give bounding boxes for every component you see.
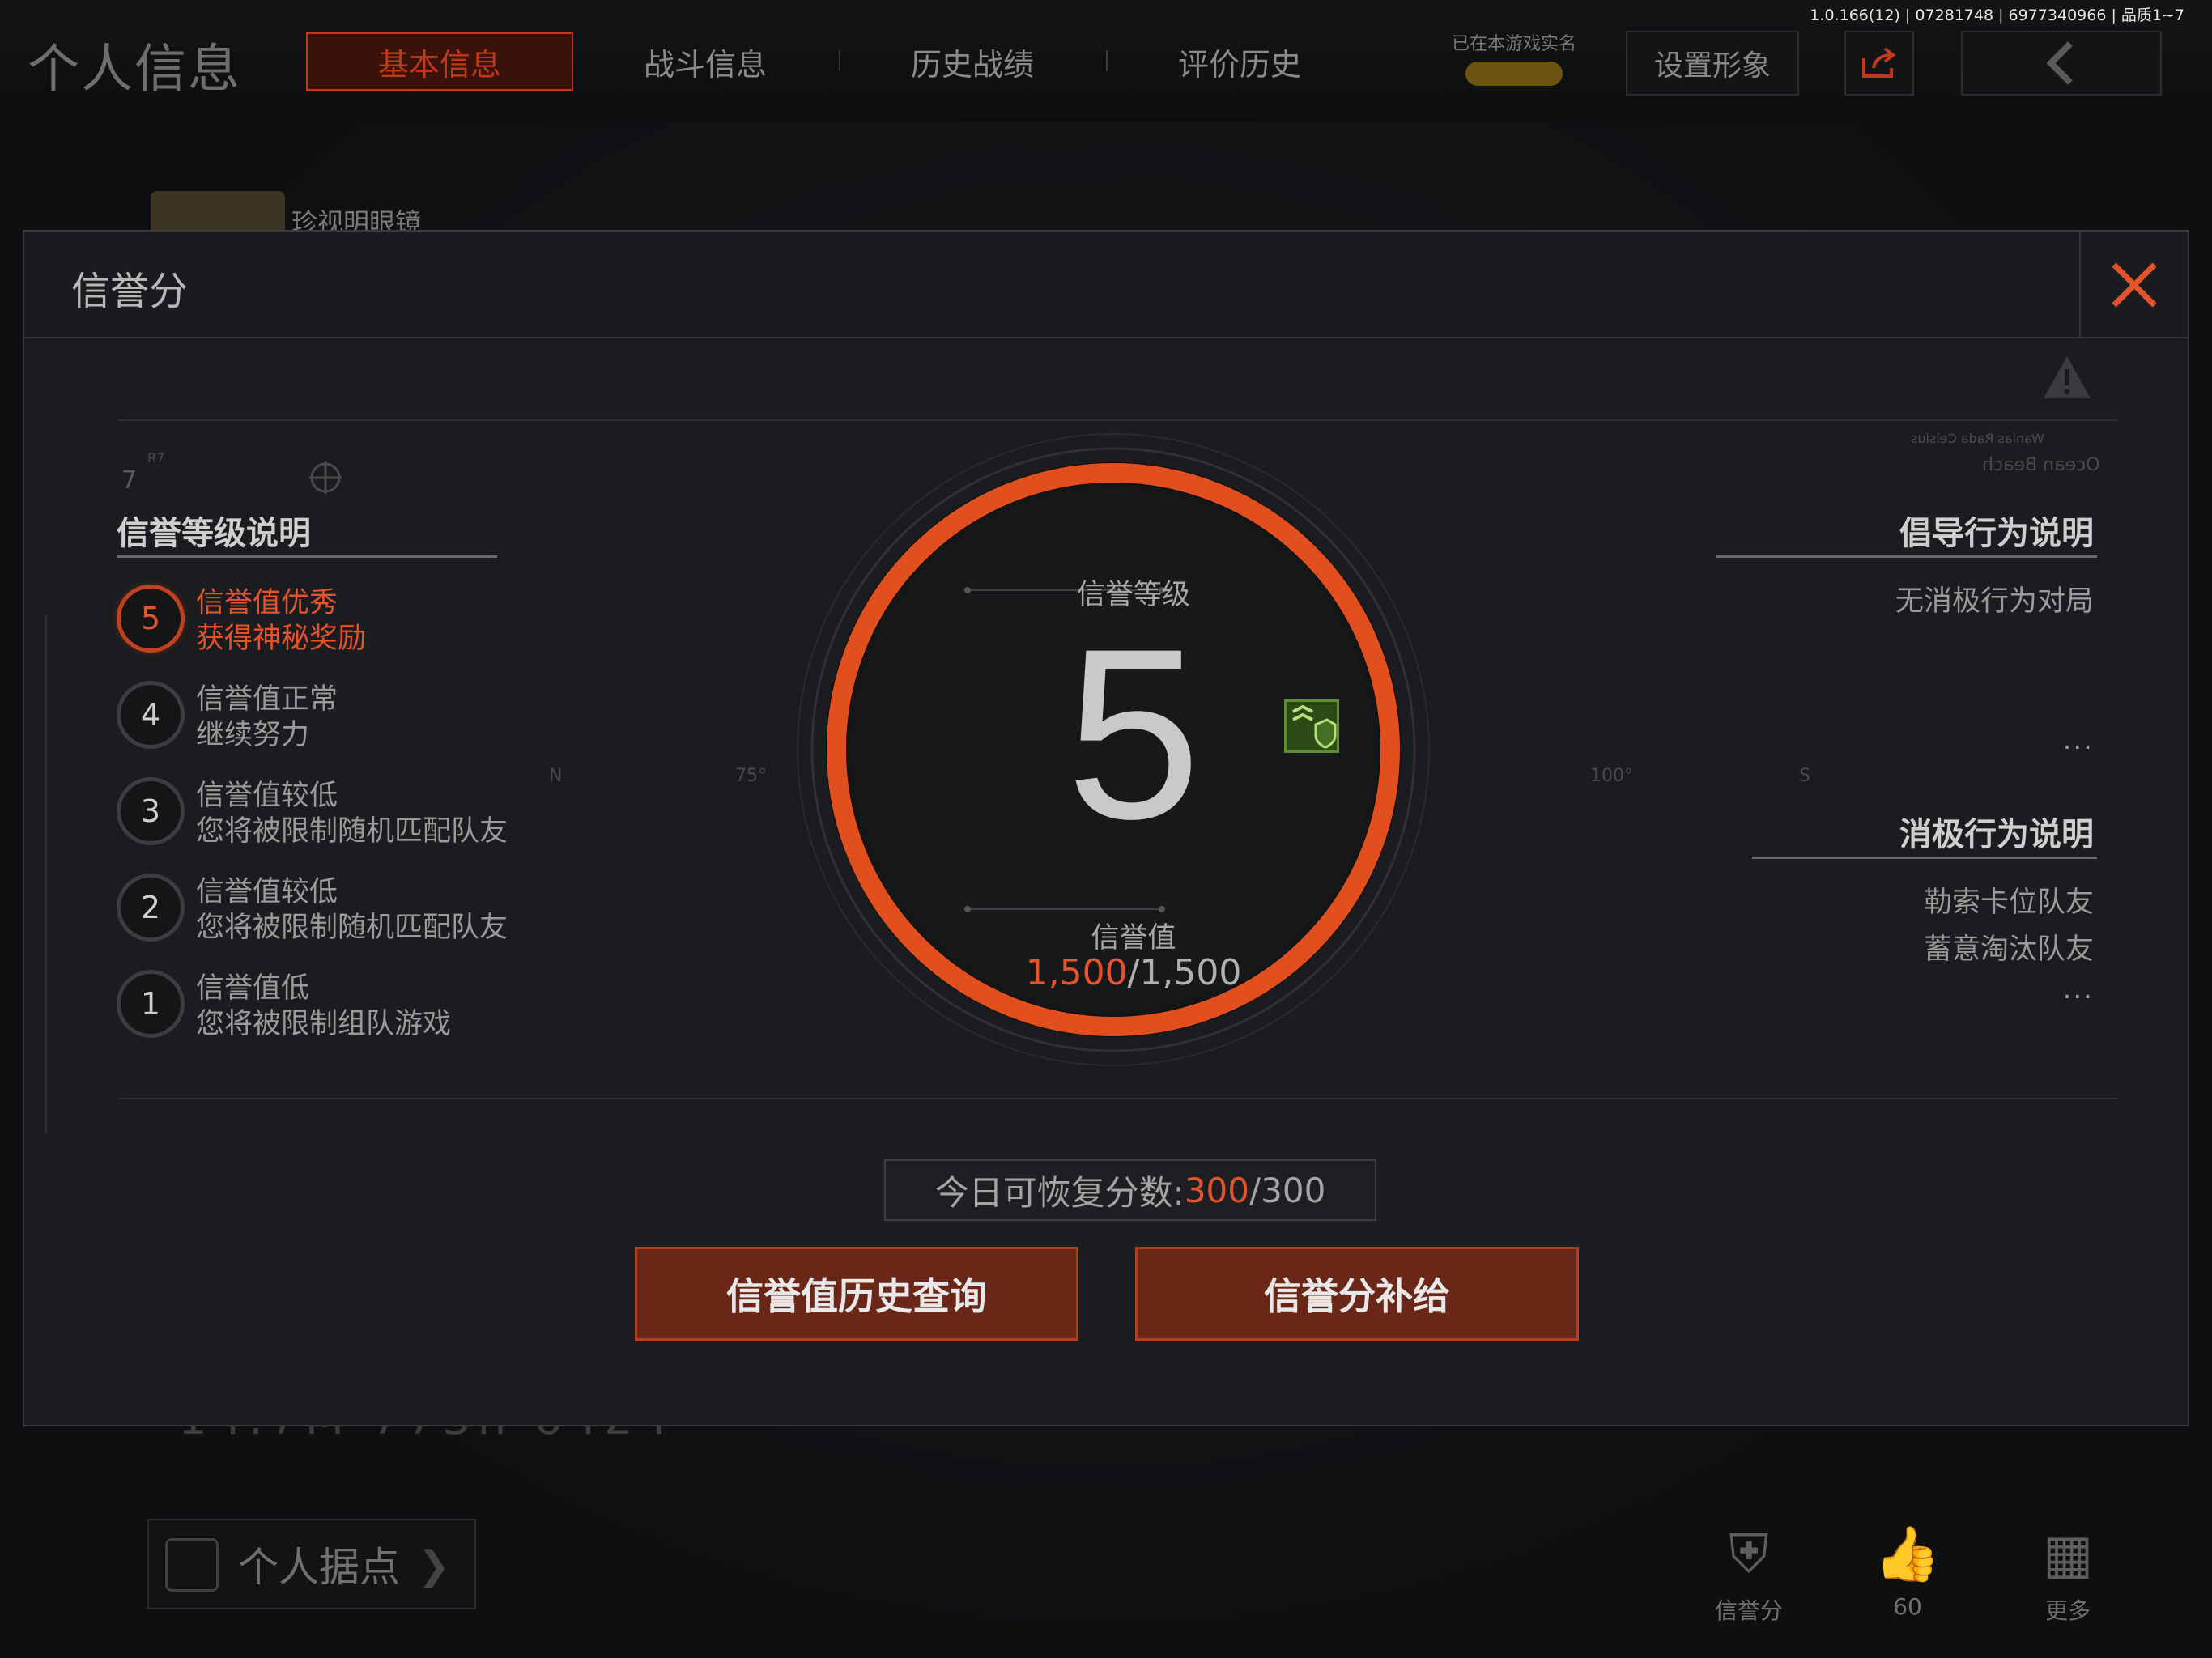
negative-more: ... <box>2062 973 2094 1005</box>
credit-score-shortcut[interactable]: ⛨ 信誉分 <box>1700 1522 1797 1626</box>
credit-score-dialog: 信誉分 7 R7 N 75° 100° S Wanlas Rada Celsiu… <box>23 230 2189 1426</box>
rank-shield-icon <box>1284 699 1339 753</box>
map-label: Ocean Beach <box>1982 455 2100 475</box>
level-row-3: 3 信誉值较低 您将被限制随机匹配队友 <box>117 771 683 852</box>
restore-label: 今日可恢复分数: <box>934 1172 1185 1213</box>
credit-value-label: 信誉值 <box>1091 922 1176 954</box>
likes-shortcut[interactable]: 👍 60 <box>1859 1522 1956 1620</box>
restore-max: /300 <box>1249 1170 1326 1210</box>
hud-number: 7 <box>121 466 138 495</box>
advocate-title: 倡导行为说明 <box>1899 515 2094 552</box>
level-badge: 2 <box>117 874 185 942</box>
restore-current: 300 <box>1184 1170 1249 1210</box>
more-shortcut[interactable]: ▦ 更多 <box>2019 1522 2116 1626</box>
hud-line <box>118 1098 2118 1099</box>
negative-item: 蓄意淘汰队友 <box>1923 933 2094 966</box>
tab-battle-info[interactable]: 战斗信息 <box>572 32 839 91</box>
personal-base-label: 个人据点 <box>238 1544 400 1591</box>
page-title: 个人信息 <box>28 40 241 100</box>
crosshair-icon <box>309 461 342 494</box>
level-badge: 4 <box>117 681 185 749</box>
level-badge: 3 <box>117 777 185 845</box>
compass-75: 75° <box>735 766 767 786</box>
advocate-more: ... <box>2062 724 2094 756</box>
level-description: 您将被限制组队游戏 <box>196 1008 452 1040</box>
level-description: 您将被限制随机匹配队友 <box>196 912 508 944</box>
dialog-title: 信誉分 <box>71 269 189 314</box>
base-icon <box>165 1538 219 1592</box>
level-badge: 1 <box>117 970 185 1038</box>
negative-item: 勒索卡位队友 <box>1923 886 2094 919</box>
level-row-5: 5 信誉值优秀 获得神秘奖励 <box>117 578 683 659</box>
shield-star-icon: ⛨ <box>1729 1523 1769 1585</box>
credit-score-shortcut-label: 信誉分 <box>1714 1597 1783 1624</box>
chevron-right-icon: ❯ <box>417 1543 450 1588</box>
levels-title: 信誉等级说明 <box>117 515 311 552</box>
level-row-2: 2 信誉值较低 您将被限制随机匹配队友 <box>117 867 683 948</box>
realname-text: 已在本游戏实名 <box>1451 34 1576 54</box>
credit-level-number: 5 <box>1066 597 1202 869</box>
share-icon <box>1862 47 1896 78</box>
more-label: 更多 <box>2044 1597 2091 1624</box>
grid-icon: ▦ <box>2042 1523 2094 1585</box>
map-label: Wanlas Rada Celsius <box>1911 431 2044 446</box>
personal-base-button[interactable]: 个人据点 ❯ <box>147 1519 476 1609</box>
negative-title: 消极行为说明 <box>1899 816 2094 853</box>
tab-basic-info[interactable]: 基本信息 <box>306 32 573 91</box>
realname-status: 已在本游戏实名 <box>1433 29 1595 86</box>
likes-count: 60 <box>1893 1593 1922 1620</box>
thumbs-up-icon: 👍 <box>1874 1523 1942 1585</box>
level-description: 您将被限制随机匹配队友 <box>196 815 508 848</box>
set-appearance-button[interactable]: 设置形象 <box>1626 31 1799 96</box>
compass-s: S <box>1799 766 1810 786</box>
credit-value-current: 1,500 <box>1025 952 1128 993</box>
level-description: 获得神秘奖励 <box>196 623 367 655</box>
dialog-header: 信誉分 <box>24 232 2188 338</box>
share-button[interactable] <box>1844 31 1914 96</box>
levels-title-rule <box>117 555 497 558</box>
level-description: 继续努力 <box>196 719 310 751</box>
top-navigation-bar: 个人信息 基本信息 战斗信息 历史战绩 评价历史 已在本游戏实名 设置形象 1.… <box>0 0 2212 121</box>
warning-icon <box>2044 356 2091 398</box>
credit-history-button[interactable]: 信誉值历史查询 <box>635 1247 1078 1341</box>
realname-badge <box>1465 62 1563 86</box>
hud-code: R7 <box>147 450 165 466</box>
level-row-4: 4 信誉值正常 继续努力 <box>117 674 683 755</box>
close-button[interactable] <box>2079 232 2188 338</box>
back-button[interactable] <box>1961 31 2162 96</box>
tab-rating-history[interactable]: 评价历史 <box>1106 32 1373 91</box>
compass-100: 100° <box>1590 766 1633 786</box>
advocate-item: 无消极行为对局 <box>1895 585 2094 618</box>
hud-line <box>45 615 47 1133</box>
credit-value-max: /1,500 <box>1127 952 1242 993</box>
hud-line <box>118 419 2118 421</box>
level-row-1: 1 信誉值低 您将被限制组队游戏 <box>117 963 683 1044</box>
advocate-title-rule <box>1716 555 2097 558</box>
credit-supply-button[interactable]: 信誉分补给 <box>1135 1247 1579 1341</box>
tab-history-record[interactable]: 历史战绩 <box>839 32 1106 91</box>
credit-value: 1,500/1,500 <box>931 952 1336 993</box>
negative-title-rule <box>1752 857 2097 859</box>
close-icon <box>2112 262 2157 308</box>
version-info: 1.0.166(12) | 07281748 | 6977340966 | 品质… <box>1810 6 2184 24</box>
level-badge: 5 <box>117 585 185 653</box>
daily-restore-box: 今日可恢复分数: 300/300 <box>884 1159 1376 1221</box>
chevron-left-icon <box>2046 41 2073 85</box>
